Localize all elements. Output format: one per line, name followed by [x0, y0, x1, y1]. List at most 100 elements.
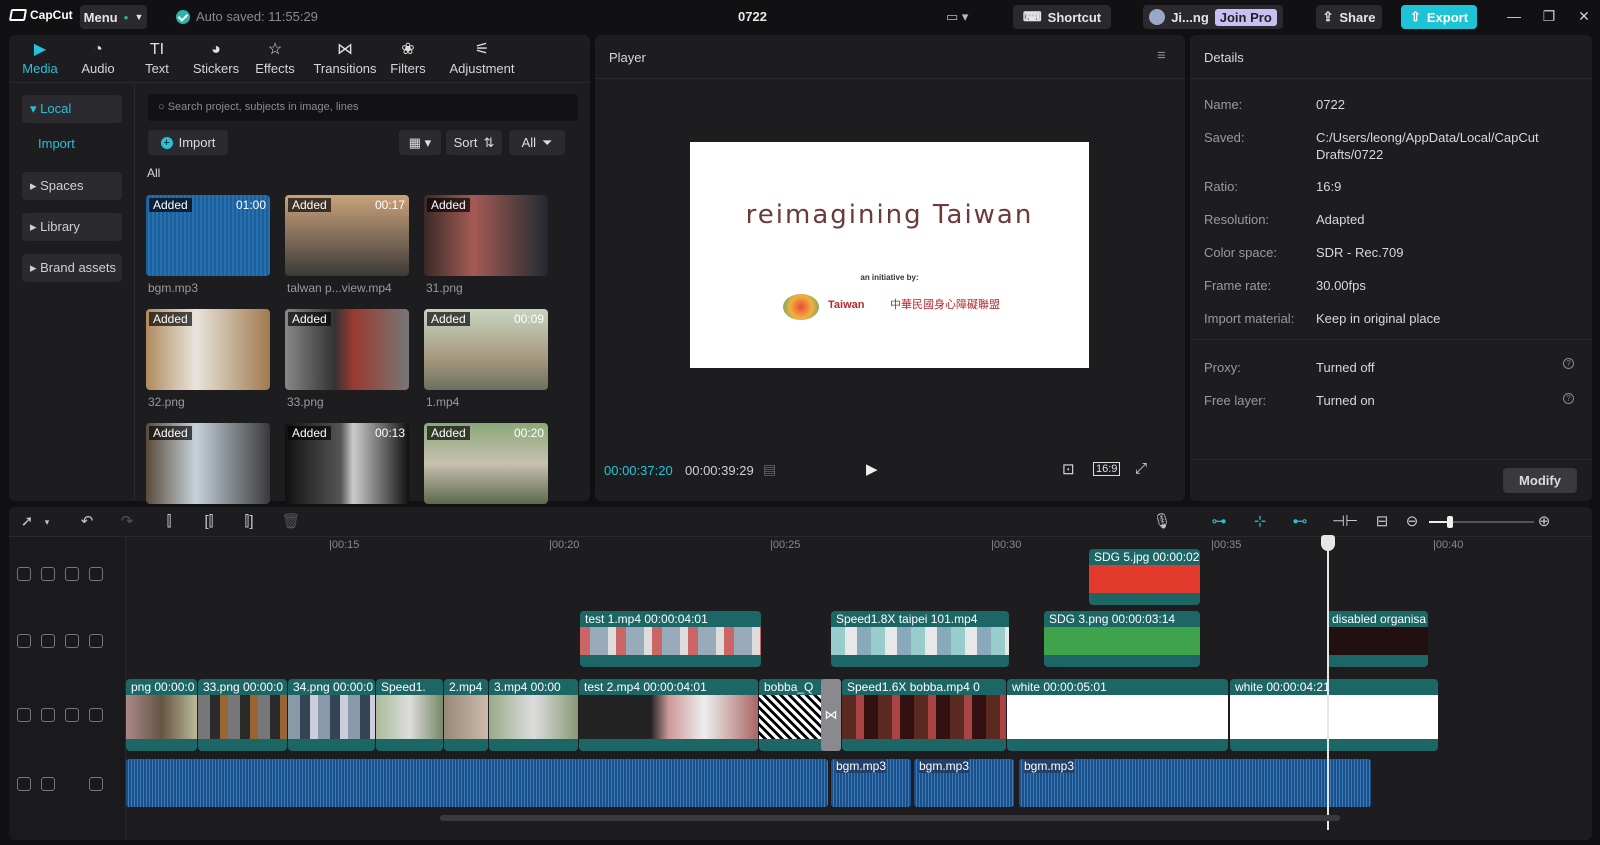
- timeline-clip[interactable]: Speed1.8X taipei 101.mp4: [831, 611, 1009, 667]
- trim-right-icon[interactable]: ⫿]: [239, 512, 259, 532]
- speaker-icon[interactable]: [89, 777, 103, 791]
- filter-all-button[interactable]: All ⏷: [509, 130, 565, 155]
- join-pro-badge[interactable]: Join Pro: [1214, 8, 1277, 26]
- cover-icon[interactable]: [17, 708, 31, 722]
- speaker-icon[interactable]: [89, 708, 103, 722]
- media-item[interactable]: Added: [146, 309, 270, 390]
- zoom-slider-handle[interactable]: [1447, 516, 1453, 528]
- expand-icon[interactable]: ⤢: [1135, 460, 1147, 477]
- sidebar-item-library[interactable]: ▸ Library: [22, 213, 122, 241]
- media-item[interactable]: Added 00:13: [285, 423, 409, 504]
- modify-button[interactable]: Modify: [1503, 468, 1577, 493]
- video-preview[interactable]: reimagining Taiwan an initiative by: Tai…: [690, 142, 1089, 368]
- timeline-clip[interactable]: 2.mp4: [444, 679, 488, 751]
- timeline-clip[interactable]: Speed1.: [376, 679, 443, 751]
- media-item[interactable]: Added 00:09: [424, 309, 548, 390]
- timeline-clip[interactable]: SDG 3.png 00:00:03:14: [1044, 611, 1200, 667]
- tab-effects[interactable]: ☆ Effects: [244, 39, 306, 81]
- search-input[interactable]: ○ Search project, subjects in image, lin…: [148, 94, 578, 121]
- track-controls[interactable]: [17, 708, 103, 722]
- timeline-clip[interactable]: test 2.mp4 00:00:04:01: [579, 679, 758, 751]
- eye-icon[interactable]: [65, 567, 79, 581]
- split-icon[interactable]: ⫿: [159, 512, 179, 532]
- chevron-down-icon[interactable]: ▾: [37, 512, 57, 532]
- timeline-clip[interactable]: 3.mp4 00:00: [489, 679, 578, 751]
- tab-audio[interactable]: ◔ Audio: [67, 39, 129, 81]
- play-icon[interactable]: ▶: [866, 460, 878, 478]
- lock-icon[interactable]: [41, 567, 55, 581]
- sidebar-item-brand-assets[interactable]: ▸ Brand assets: [22, 254, 122, 282]
- lock-icon[interactable]: [41, 708, 55, 722]
- eye-icon[interactable]: [65, 634, 79, 648]
- tab-filters[interactable]: ❀ Filters: [377, 39, 439, 81]
- sort-button[interactable]: Sort ⇅: [446, 130, 502, 155]
- cover-icon[interactable]: [17, 634, 31, 648]
- audio-clip[interactable]: [126, 759, 828, 807]
- redo-icon[interactable]: ↷: [117, 512, 137, 532]
- track-controls[interactable]: [17, 634, 103, 648]
- media-item[interactable]: Added 01:00: [146, 195, 270, 276]
- restore-icon[interactable]: ❐: [1539, 8, 1559, 24]
- track-controls[interactable]: [17, 777, 103, 791]
- account-button[interactable]: Ji...ng Join Pro: [1143, 5, 1283, 29]
- timeline-clip[interactable]: 34.png 00:00:0: [288, 679, 375, 751]
- close-icon[interactable]: ✕: [1574, 8, 1594, 24]
- preview-axis-icon[interactable]: ⊟: [1372, 512, 1392, 532]
- timeline-clip[interactable]: white 00:00:05:01: [1007, 679, 1228, 751]
- export-button[interactable]: ⇧ Export: [1401, 5, 1477, 29]
- select-tool-icon[interactable]: ➚: [17, 512, 37, 532]
- cover-icon[interactable]: [17, 567, 31, 581]
- import-button[interactable]: + Import: [148, 130, 228, 155]
- sidebar-item-spaces[interactable]: ▸ Spaces: [22, 172, 122, 200]
- speaker-icon[interactable]: [89, 567, 103, 581]
- timeline-clip[interactable]: white 00:00:04:21: [1230, 679, 1438, 751]
- layout-icon[interactable]: ▭ ▾: [946, 9, 982, 25]
- hamburger-icon[interactable]: ≡: [1157, 47, 1166, 64]
- lock-icon[interactable]: [41, 777, 55, 791]
- fullscreen-crop-icon[interactable]: ⊡: [1062, 460, 1075, 478]
- link-icon[interactable]: ⊷: [1290, 512, 1310, 532]
- share-button[interactable]: ⇪ Share: [1316, 5, 1382, 29]
- timeline-scrollbar[interactable]: [440, 815, 1340, 821]
- transition-icon[interactable]: ⋈: [821, 679, 841, 751]
- tab-stickers[interactable]: ◕ Stickers: [185, 39, 247, 81]
- timeline-clip[interactable]: 33.png 00:00:0: [198, 679, 287, 751]
- lock-icon[interactable]: [41, 634, 55, 648]
- audio-clip[interactable]: bgm.mp3: [1019, 759, 1371, 807]
- tab-transitions[interactable]: ⋈ Transitions: [309, 39, 381, 81]
- timeline-clip[interactable]: SDG 5.jpg 00:00:02: [1089, 549, 1200, 605]
- media-item[interactable]: Added: [146, 423, 270, 504]
- frames-icon[interactable]: ▤: [763, 461, 776, 478]
- timeline-clip[interactable]: test 1.mp4 00:00:04:01: [580, 611, 761, 667]
- help-icon[interactable]: ?: [1563, 393, 1574, 404]
- audio-clip[interactable]: bgm.mp3: [914, 759, 1014, 807]
- audio-clip[interactable]: bgm.mp3: [831, 759, 911, 807]
- sidebar-item-import[interactable]: Import: [38, 136, 75, 151]
- zoom-out-icon[interactable]: ⊖: [1402, 512, 1422, 532]
- eye-icon[interactable]: [65, 708, 79, 722]
- playhead[interactable]: [1327, 535, 1329, 830]
- minimize-icon[interactable]: —: [1504, 8, 1524, 24]
- help-icon[interactable]: ?: [1563, 358, 1574, 369]
- tab-text[interactable]: TI Text: [126, 39, 188, 81]
- track-controls[interactable]: [17, 567, 103, 581]
- delete-icon[interactable]: 🗑: [281, 512, 301, 532]
- media-item[interactable]: Added 00:17: [285, 195, 409, 276]
- timeline-clip[interactable]: bobba_Q: [759, 679, 829, 751]
- timeline-clip[interactable]: Speed1.6X bobba.mp4 0: [842, 679, 1006, 751]
- zoom-in-icon[interactable]: ⊕: [1534, 512, 1554, 532]
- magnet-link-icon[interactable]: ⊶: [1209, 512, 1229, 532]
- timeline-clip[interactable]: disabled organisa: [1327, 611, 1428, 667]
- timeline-clip[interactable]: png 00:00:0: [126, 679, 197, 751]
- media-item[interactable]: Added: [424, 195, 548, 276]
- split-view-icon[interactable]: ⊣⊢: [1332, 512, 1358, 532]
- audio-track-icon[interactable]: [17, 777, 31, 791]
- shortcut-button[interactable]: ⌨ Shortcut: [1013, 5, 1111, 29]
- microphone-icon[interactable]: 🎙: [1152, 512, 1172, 532]
- ratio-button[interactable]: 16:9: [1093, 462, 1121, 476]
- view-toggle-button[interactable]: ▦ ▾: [399, 130, 441, 155]
- undo-icon[interactable]: ↶: [77, 512, 97, 532]
- tab-adjustment[interactable]: ⚟ Adjustment: [441, 39, 523, 81]
- tab-media[interactable]: ▶ Media: [9, 39, 71, 81]
- sidebar-item-local[interactable]: ▾ Local: [22, 95, 122, 123]
